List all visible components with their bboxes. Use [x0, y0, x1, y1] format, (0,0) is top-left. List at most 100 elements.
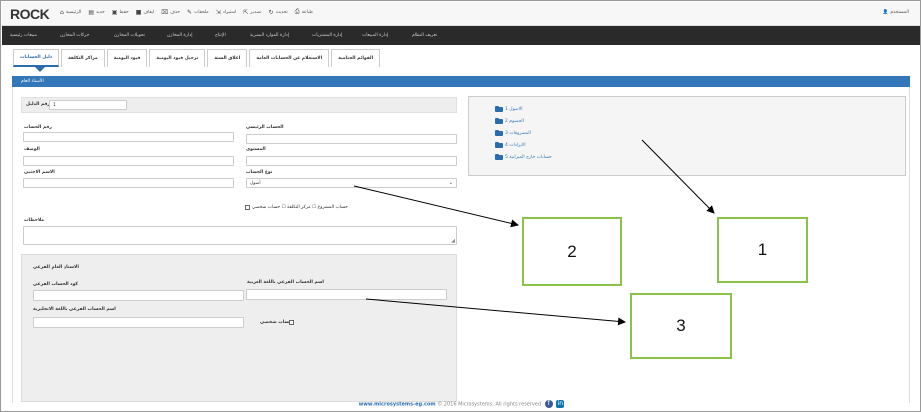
toolbar-action-label: تحديث — [275, 9, 288, 15]
toolbar-action-label: حذف — [170, 9, 180, 15]
toolbar-action-label: ملحقات — [194, 9, 209, 15]
toolbar-action-8[interactable]: ↻ تحديث — [269, 8, 288, 16]
toolbar-action-label: تصدير — [250, 9, 262, 15]
menu-item-0[interactable]: مبيعات رئيسية — [10, 33, 37, 38]
account-type-select[interactable]: أصول ⌄ — [246, 178, 457, 188]
facebook-icon[interactable]: f — [544, 400, 553, 408]
toolbar-action-1[interactable]: ▤ جديد — [88, 8, 104, 16]
account-no-input[interactable] — [23, 132, 234, 142]
annotation-box-2: 2 — [522, 217, 622, 286]
folder-icon — [495, 129, 503, 136]
top-toolbar: ROCK ⌂ الرئيسية ▤ جديد ▣ حفظ ■ ايقاف ⌧ حذف ✎ ملحقات… — [2, 2, 920, 26]
main-menu: مبيعات رئيسية حركات المخازن تحويلات المخاز… — [2, 26, 920, 45]
toolbar-action-4[interactable]: ⌧ حذف — [161, 8, 180, 16]
toolbar-action-0[interactable]: ⌂ الرئيسية — [60, 8, 81, 16]
description-input[interactable] — [23, 156, 234, 166]
main-account-label: الحساب الرئيسي — [246, 125, 284, 130]
toolbar-action-label: حفظ — [119, 9, 129, 15]
panel-header — [12, 76, 910, 87]
toolbar-action-6[interactable]: ⇲ استيراد — [216, 8, 237, 16]
tree-node[interactable]: الايرادات 4 — [495, 141, 526, 148]
level-label: رقم الدليل — [26, 102, 51, 107]
level2-label: المستوى — [246, 147, 266, 152]
tree-node-label: الخصوم 2 — [505, 119, 524, 124]
tree-node[interactable]: حسابات خارج الميزانية 5 — [495, 153, 552, 160]
app-window: ROCK ⌂ الرئيسية ▤ جديد ▣ حفظ ■ ايقاف ⌧ حذف ✎ ملحقات… — [0, 0, 921, 412]
export-icon: ⇱ — [243, 8, 249, 16]
toolbar-action-9[interactable]: ⎙ طباعة — [295, 8, 313, 16]
toolbar-action-5[interactable]: ✎ ملحقات — [187, 8, 209, 16]
description-label: الوصف — [24, 147, 40, 152]
sub-ledger-title: الاستاذ العام الفرعي — [33, 265, 79, 270]
folder-icon — [495, 117, 503, 124]
tab-5[interactable]: الاستعلام عن الحسابات العامة — [249, 49, 330, 67]
toolbar-action-label: طباعة — [301, 9, 314, 15]
menu-item-1[interactable]: حركات المخازن — [60, 33, 89, 38]
module-tabs: دليل الحسابات مراكز التكلفة قيود اليومية تر… — [13, 49, 381, 67]
app-logo: ROCK — [10, 6, 50, 22]
annotation-box-1: 1 — [717, 217, 808, 283]
annotation-box-3: 3 — [630, 293, 732, 359]
save-icon: ▣ — [111, 8, 118, 16]
attachment-icon: ✎ — [187, 8, 193, 16]
menu-item-6[interactable]: إدارة المشتريات — [312, 33, 342, 38]
toolbar-action-label: ايقاف — [143, 9, 155, 15]
tree-node[interactable]: الاصول 1 — [495, 105, 523, 112]
linkedin-icon[interactable]: in — [556, 400, 565, 408]
menu-item-2[interactable]: تحويلات المخازن — [114, 33, 145, 38]
folder-icon — [495, 153, 503, 160]
sub-arabic-name-label: اسم الحساب الفرعي باللغة العربية — [247, 280, 324, 285]
notes-label: ملاحظات — [24, 218, 45, 223]
menu-item-4[interactable]: الإنتاج — [215, 33, 226, 38]
menu-item-5[interactable]: إدارة الموارد البشرية — [250, 33, 289, 38]
tree-node-label: حسابات خارج الميزانية 5 — [505, 155, 552, 160]
personal-checkbox[interactable] — [245, 205, 250, 210]
import-icon: ⇲ — [215, 8, 221, 16]
sub-arabic-name-input[interactable] — [246, 289, 447, 300]
tab-6[interactable]: القوائم الختامية — [331, 49, 381, 67]
chevron-down-icon: ⌄ — [448, 180, 453, 186]
toolbar-action-label: الرئيسية — [65, 9, 82, 15]
resize-handle-icon: ◢ — [451, 238, 455, 244]
panel-title: الأستاذ العام — [21, 79, 44, 84]
tree-node[interactable]: المصروفات 3 — [495, 129, 531, 136]
folder-icon — [495, 105, 503, 112]
toolbar-action-3[interactable]: ■ ايقاف — [136, 8, 155, 16]
tree-node-label: الايرادات 4 — [505, 143, 526, 148]
account-no-label: رقم الحساب — [24, 125, 52, 130]
sub-code-label: كود الحساب الفرعي — [33, 282, 79, 287]
toolbar-action-7[interactable]: ⇱ تصدير — [243, 8, 261, 16]
stop-icon: ■ — [135, 8, 142, 16]
sub-english-name-input[interactable] — [33, 317, 244, 328]
sub-english-name-label: اسم الحساب الفرعي باللغة الانجليزية — [33, 307, 116, 312]
tab-4[interactable]: اغلاق السنة — [207, 49, 248, 67]
level-input[interactable]: 1 — [49, 100, 127, 110]
account-tree — [468, 96, 906, 176]
sub-personal-checkbox[interactable] — [289, 320, 294, 325]
level2-input[interactable] — [246, 156, 457, 166]
main-account-input[interactable] — [246, 134, 457, 144]
tab-0[interactable]: دليل الحسابات — [13, 49, 60, 67]
footer-site-link[interactable]: www.microsystems-eg.com — [359, 402, 436, 408]
tree-node-label: المصروفات 3 — [505, 131, 531, 136]
menu-item-3[interactable]: إدارة المخازن — [167, 33, 192, 38]
account-type-label: نوع الحساب — [246, 170, 273, 175]
menu-item-7[interactable]: إدارة المبيعات — [362, 33, 388, 38]
toolbar-actions: ⌂ الرئيسية ▤ جديد ▣ حفظ ■ ايقاف ⌧ حذف ✎ ملحقات ⇲ استي… — [60, 8, 313, 16]
tree-node-label: الاصول 1 — [505, 107, 523, 112]
active-tab-caret — [35, 67, 45, 72]
toolbar-action-2[interactable]: ▣ حفظ — [112, 8, 129, 16]
toolbar-action-label: استيراد — [222, 9, 237, 15]
user-menu[interactable]: 👤 المستخدم — [883, 10, 909, 15]
foreign-name-input[interactable] — [23, 178, 234, 188]
tab-1[interactable]: مراكز التكلفة — [61, 49, 105, 67]
menu-item-8[interactable]: تعريف النظام — [412, 33, 437, 38]
tree-node[interactable]: الخصوم 2 — [495, 117, 524, 124]
sub-code-input[interactable] — [33, 290, 244, 301]
toolbar-action-label: جديد — [95, 9, 105, 15]
tab-2[interactable]: قيود اليومية — [106, 49, 148, 67]
notes-textarea[interactable]: ◢ — [23, 226, 457, 245]
tab-3[interactable]: ترحيل قيود اليومية — [149, 49, 206, 67]
file-icon: ▤ — [88, 8, 94, 16]
footer: www.microsystems-eg.com © 2016 Microsyst… — [1, 400, 920, 408]
